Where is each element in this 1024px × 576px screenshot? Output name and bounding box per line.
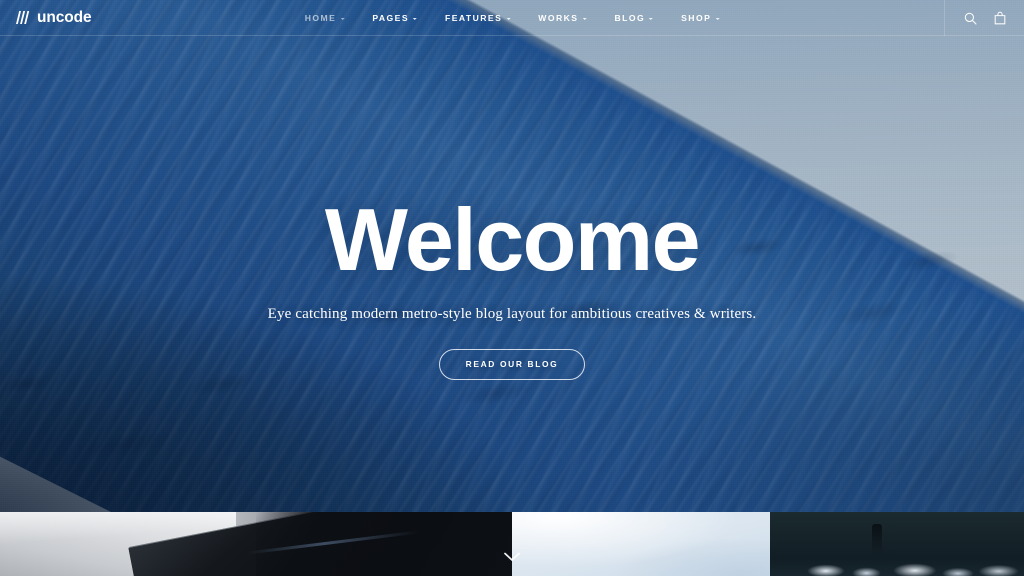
tile-dark-region <box>256 512 512 576</box>
nav-item-label: FEATURES <box>445 12 503 23</box>
chevron-down-icon <box>649 17 654 20</box>
nav-item-label: HOME <box>304 12 337 23</box>
read-our-blog-button[interactable]: READ OUR BLOG <box>438 349 586 380</box>
nav-item-pages[interactable]: PAGES <box>358 14 431 23</box>
post-tile-pale-sky[interactable] <box>512 512 770 576</box>
chevron-down-icon <box>715 17 720 20</box>
page-root: uncode HOME PAGES FEATURES WORKS BLOG SH… <box>0 0 1024 576</box>
nav-item-features[interactable]: FEATURES <box>431 14 524 23</box>
tile-lights <box>770 558 1024 576</box>
logo-text: uncode <box>37 9 92 27</box>
post-tile-dark-interior[interactable] <box>770 512 1024 576</box>
nav-item-label: BLOG <box>614 12 646 23</box>
search-icon[interactable] <box>964 12 977 25</box>
scroll-down-chevron-icon[interactable] <box>504 552 521 562</box>
chevron-down-icon <box>340 17 345 20</box>
nav-item-label: WORKS <box>538 12 579 23</box>
header-tools <box>944 0 1024 36</box>
site-logo[interactable]: uncode <box>16 10 92 26</box>
main-navigation: HOME PAGES FEATURES WORKS BLOG SHOP <box>291 14 734 23</box>
tile-column-shape <box>871 523 882 557</box>
hero-content: Welcome Eye catching modern metro-style … <box>0 0 1024 512</box>
nav-item-label: SHOP <box>681 12 712 23</box>
chevron-down-icon <box>582 17 587 20</box>
nav-item-home[interactable]: HOME <box>291 14 359 23</box>
tile-haze-overlay <box>512 512 770 576</box>
hero-subtitle: Eye catching modern metro-style blog lay… <box>267 306 757 322</box>
nav-item-shop[interactable]: SHOP <box>667 14 733 23</box>
post-tiles-row <box>0 512 1024 576</box>
chevron-down-icon <box>413 17 418 20</box>
uncode-logo-bars-icon <box>16 11 30 24</box>
nav-item-blog[interactable]: BLOG <box>601 14 668 23</box>
post-tile-desk-laptop[interactable] <box>0 512 512 576</box>
site-header: uncode HOME PAGES FEATURES WORKS BLOG SH… <box>0 0 1024 36</box>
shopping-bag-icon[interactable] <box>994 11 1006 25</box>
nav-item-works[interactable]: WORKS <box>524 14 600 23</box>
chevron-down-icon <box>506 17 511 20</box>
hero-title: Welcome <box>324 190 701 289</box>
nav-item-label: PAGES <box>372 12 410 23</box>
header-divider <box>0 35 1024 36</box>
